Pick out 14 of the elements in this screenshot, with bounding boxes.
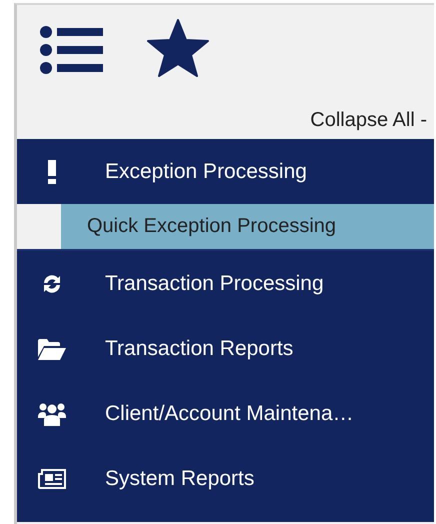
submenu-item[interactable]: Quick Exception Processing: [61, 204, 434, 249]
exclamation-icon: [48, 160, 56, 184]
menu-item[interactable]: Transaction Reports: [17, 316, 434, 381]
refresh-icon: [41, 272, 63, 294]
users-icon: [38, 402, 66, 426]
menu-item[interactable]: Transaction Processing: [17, 251, 434, 316]
menu-item[interactable]: System Reports: [17, 446, 434, 511]
menu-item[interactable]: Exception Processing: [17, 139, 434, 204]
star-icon[interactable]: [147, 19, 209, 77]
menu-item[interactable]: Client/Account Maintena…: [17, 381, 434, 446]
list-icon[interactable]: [39, 24, 103, 76]
collapse-all-link[interactable]: Collapse All -: [310, 109, 427, 132]
folder-icon: [38, 338, 66, 360]
newspaper-icon: [38, 468, 66, 488]
